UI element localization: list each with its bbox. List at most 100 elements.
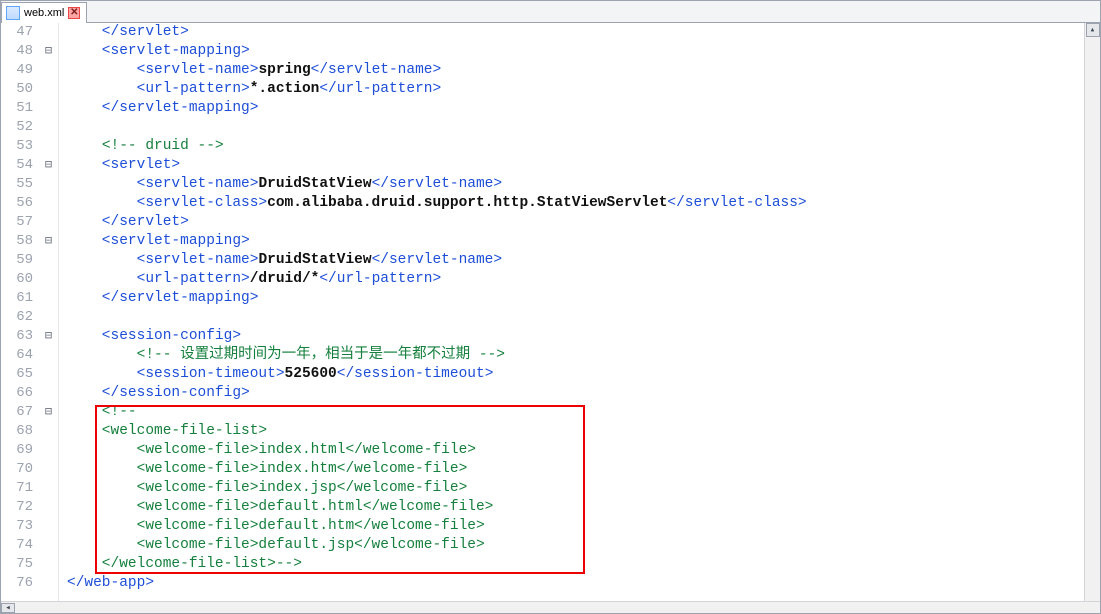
code-line[interactable]: </servlet> xyxy=(67,213,1100,232)
line-number: 52 xyxy=(1,118,33,137)
fold-toggle xyxy=(39,460,58,479)
line-number: 48 xyxy=(1,42,33,61)
code-line[interactable]: <welcome-file>index.htm</welcome-file> xyxy=(67,460,1100,479)
fold-toggle xyxy=(39,365,58,384)
code-line[interactable]: <welcome-file>index.html</welcome-file> xyxy=(67,441,1100,460)
code-line[interactable]: <url-pattern>/druid/*</url-pattern> xyxy=(67,270,1100,289)
line-number: 47 xyxy=(1,23,33,42)
fold-toggle xyxy=(39,479,58,498)
fold-toggle xyxy=(39,346,58,365)
fold-toggle[interactable]: ⊟ xyxy=(39,403,58,422)
code-line[interactable]: </servlet-mapping> xyxy=(67,99,1100,118)
code-line[interactable]: <welcome-file-list> xyxy=(67,422,1100,441)
line-number: 54 xyxy=(1,156,33,175)
horizontal-scrollbar[interactable]: ◂ xyxy=(1,601,1100,613)
editor-area[interactable]: 4748495051525354555657585960616263646566… xyxy=(1,23,1100,601)
code-line[interactable]: </web-app> xyxy=(67,574,1100,593)
fold-toggle xyxy=(39,61,58,80)
fold-toggle xyxy=(39,251,58,270)
line-number: 56 xyxy=(1,194,33,213)
code-line[interactable]: <servlet> xyxy=(67,156,1100,175)
code-line[interactable]: <!-- 设置过期时间为一年，相当于是一年都不过期 --> xyxy=(67,346,1100,365)
code-line[interactable]: <welcome-file>index.jsp</welcome-file> xyxy=(67,479,1100,498)
xml-file-icon xyxy=(6,6,20,20)
code-line[interactable]: <session-timeout>525600</session-timeout… xyxy=(67,365,1100,384)
scroll-left-icon[interactable]: ◂ xyxy=(1,603,15,613)
line-number: 50 xyxy=(1,80,33,99)
file-tab[interactable]: web.xml ✕ xyxy=(1,2,87,23)
code-line[interactable]: <servlet-name>spring</servlet-name> xyxy=(67,61,1100,80)
code-line[interactable]: <servlet-mapping> xyxy=(67,42,1100,61)
code-line[interactable]: <servlet-mapping> xyxy=(67,232,1100,251)
line-number: 68 xyxy=(1,422,33,441)
fold-toggle xyxy=(39,194,58,213)
fold-toggle xyxy=(39,384,58,403)
line-number-gutter: 4748495051525354555657585960616263646566… xyxy=(1,23,39,601)
fold-toggle xyxy=(39,175,58,194)
line-number: 59 xyxy=(1,251,33,270)
fold-gutter[interactable]: ⊟ ⊟ ⊟ ⊟ ⊟ xyxy=(39,23,59,601)
line-number: 72 xyxy=(1,498,33,517)
close-icon[interactable]: ✕ xyxy=(68,7,80,19)
line-number: 55 xyxy=(1,175,33,194)
line-number: 53 xyxy=(1,137,33,156)
code-line[interactable]: <servlet-name>DruidStatView</servlet-nam… xyxy=(67,251,1100,270)
line-number: 71 xyxy=(1,479,33,498)
code-line[interactable]: </session-config> xyxy=(67,384,1100,403)
code-line[interactable]: <!-- xyxy=(67,403,1100,422)
line-number: 67 xyxy=(1,403,33,422)
code-line[interactable] xyxy=(67,118,1100,137)
fold-toggle xyxy=(39,536,58,555)
line-number: 62 xyxy=(1,308,33,327)
fold-toggle xyxy=(39,270,58,289)
fold-toggle xyxy=(39,498,58,517)
fold-toggle xyxy=(39,137,58,156)
line-number: 49 xyxy=(1,61,33,80)
fold-toggle xyxy=(39,213,58,232)
fold-toggle xyxy=(39,118,58,137)
line-number: 66 xyxy=(1,384,33,403)
fold-toggle xyxy=(39,422,58,441)
code-line[interactable]: </servlet> xyxy=(67,23,1100,42)
line-number: 60 xyxy=(1,270,33,289)
line-number: 63 xyxy=(1,327,33,346)
code-line[interactable]: <servlet-name>DruidStatView</servlet-nam… xyxy=(67,175,1100,194)
fold-toggle xyxy=(39,441,58,460)
code-line[interactable]: </servlet-mapping> xyxy=(67,289,1100,308)
scroll-up-icon[interactable]: ▴ xyxy=(1086,23,1100,37)
code-content[interactable]: </servlet> <servlet-mapping> <servlet-na… xyxy=(59,23,1100,601)
fold-toggle xyxy=(39,289,58,308)
fold-toggle[interactable]: ⊟ xyxy=(39,327,58,346)
code-line[interactable]: <welcome-file>default.jsp</welcome-file> xyxy=(67,536,1100,555)
line-number: 70 xyxy=(1,460,33,479)
line-number: 75 xyxy=(1,555,33,574)
tab-filename: web.xml xyxy=(24,7,64,19)
line-number: 73 xyxy=(1,517,33,536)
fold-toggle[interactable]: ⊟ xyxy=(39,42,58,61)
code-line[interactable]: <url-pattern>*.action</url-pattern> xyxy=(67,80,1100,99)
fold-toggle xyxy=(39,308,58,327)
line-number: 64 xyxy=(1,346,33,365)
fold-toggle[interactable]: ⊟ xyxy=(39,232,58,251)
fold-toggle xyxy=(39,574,58,593)
line-number: 76 xyxy=(1,574,33,593)
line-number: 58 xyxy=(1,232,33,251)
fold-toggle xyxy=(39,555,58,574)
line-number: 57 xyxy=(1,213,33,232)
fold-toggle[interactable]: ⊟ xyxy=(39,156,58,175)
code-line[interactable]: <welcome-file>default.htm</welcome-file> xyxy=(67,517,1100,536)
tab-bar: web.xml ✕ xyxy=(1,1,1100,23)
editor-window: web.xml ✕ 474849505152535455565758596061… xyxy=(0,0,1101,614)
fold-toggle xyxy=(39,80,58,99)
line-number: 51 xyxy=(1,99,33,118)
code-line[interactable]: <!-- druid --> xyxy=(67,137,1100,156)
code-line[interactable]: <welcome-file>default.html</welcome-file… xyxy=(67,498,1100,517)
code-line[interactable] xyxy=(67,308,1100,327)
code-line[interactable]: <servlet-class>com.alibaba.druid.support… xyxy=(67,194,1100,213)
fold-toggle xyxy=(39,23,58,42)
line-number: 69 xyxy=(1,441,33,460)
code-line[interactable]: </welcome-file-list>--> xyxy=(67,555,1100,574)
fold-toggle xyxy=(39,99,58,118)
vertical-scrollbar[interactable]: ▴ xyxy=(1084,23,1100,601)
code-line[interactable]: <session-config> xyxy=(67,327,1100,346)
